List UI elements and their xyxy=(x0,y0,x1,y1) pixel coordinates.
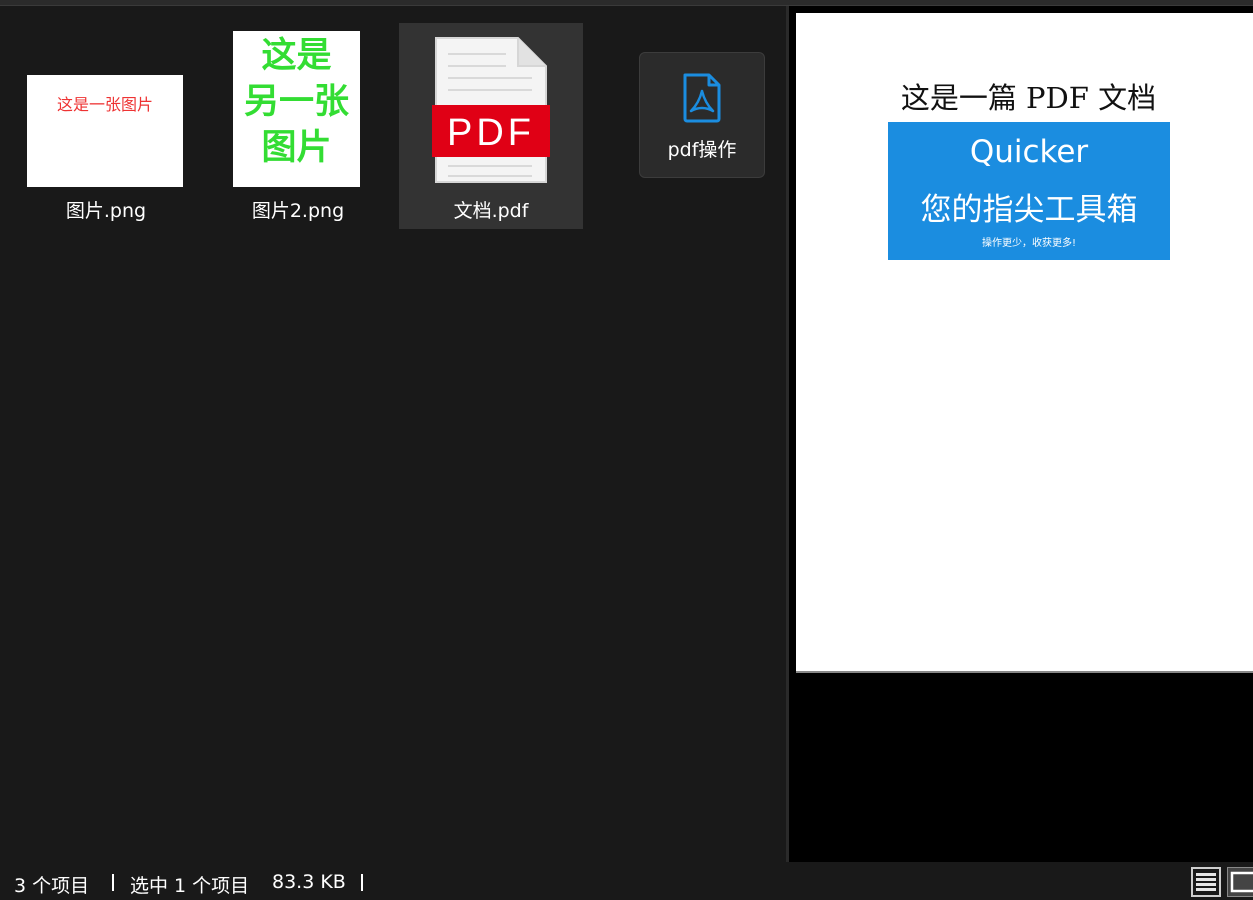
details-view-button[interactable] xyxy=(1191,867,1221,897)
file-item-document-pdf[interactable]: PDF 文档.pdf xyxy=(399,23,583,229)
pdf-file-icon xyxy=(681,73,723,123)
image-thumbnail: 这是 另一张 图片 xyxy=(233,31,360,187)
pdf-icon-label: PDF xyxy=(447,112,535,154)
thumbnail-text: 这是一张图片 xyxy=(56,95,153,114)
image-thumbnail: 这是一张图片 xyxy=(27,75,183,187)
file-list-pane[interactable]: 这是一张图片 图片.png 这是 另一张 图片 图片2.png PDF 文档.p… xyxy=(0,6,786,862)
preview-view-button[interactable] xyxy=(1227,867,1253,897)
banner-tagline: 操作更少，收获更多! xyxy=(981,238,1076,249)
status-separator xyxy=(112,874,114,891)
file-item-image2-png[interactable]: 这是 另一张 图片 图片2.png xyxy=(216,22,380,228)
pdf-preview-page: 这是一篇 PDF 文档 Quicker 您的指尖工具箱 操作更少，收获更多! xyxy=(796,13,1253,673)
file-name[interactable]: 图片2.png xyxy=(216,196,380,223)
file-name[interactable]: 图片.png xyxy=(16,196,196,223)
pdf-action-label: pdf操作 xyxy=(667,139,737,161)
preview-pane: 这是一篇 PDF 文档 Quicker 您的指尖工具箱 操作更少，收获更多! xyxy=(789,6,1253,862)
pdf-file-icon: PDF xyxy=(432,36,550,184)
banner-title: Quicker xyxy=(969,134,1089,170)
selected-count: 选中 1 个项目 xyxy=(130,875,250,897)
file-item-image-png[interactable]: 这是一张图片 图片.png xyxy=(16,22,196,228)
selected-size: 83.3 KB xyxy=(272,871,346,893)
file-name[interactable]: 文档.pdf xyxy=(399,196,583,223)
pdf-document-title: 这是一篇 PDF 文档 xyxy=(900,81,1157,115)
pdf-action-button[interactable]: pdf操作 xyxy=(639,52,765,178)
item-count: 3 个项目 xyxy=(14,875,90,897)
status-bar: 3 个项目 选中 1 个项目 83.3 KB xyxy=(0,862,1253,900)
preview-pane-icon xyxy=(1230,871,1253,893)
quicker-banner: Quicker 您的指尖工具箱 操作更少，收获更多! xyxy=(888,122,1170,260)
file-explorer-window: 这是一张图片 图片.png 这是 另一张 图片 图片2.png PDF 文档.p… xyxy=(0,0,1253,900)
details-list-icon xyxy=(1191,867,1221,897)
banner-subtitle: 您的指尖工具箱 xyxy=(920,192,1138,228)
thumbnail-text: 这是 另一张 图片 xyxy=(243,36,349,168)
status-separator xyxy=(361,874,363,891)
